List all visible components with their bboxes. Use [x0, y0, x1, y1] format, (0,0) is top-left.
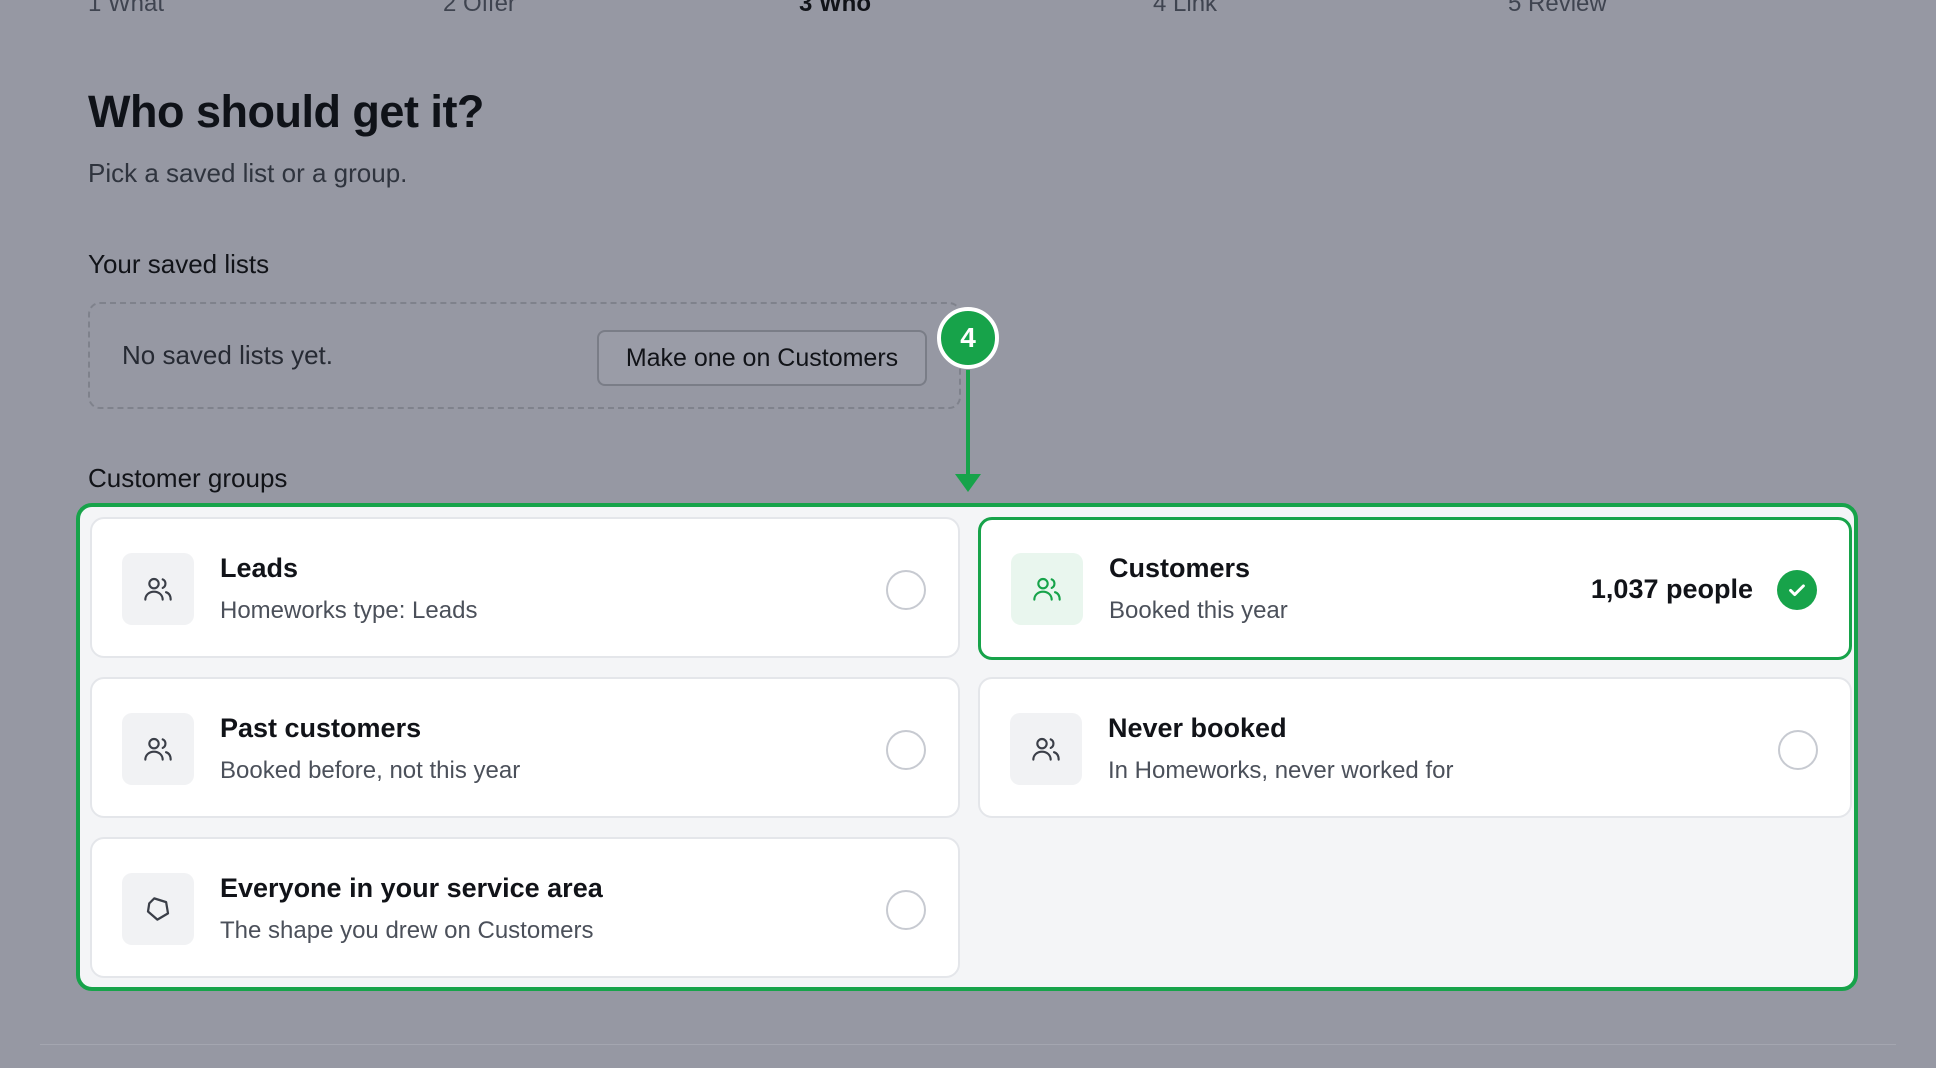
users-icon: [122, 553, 194, 625]
users-icon: [122, 713, 194, 785]
group-subtitle: Booked this year: [1109, 597, 1288, 624]
step-link[interactable]: 4 Link: [1153, 0, 1217, 18]
divider: [40, 1044, 1896, 1045]
annotation-arrow-line: [966, 370, 970, 476]
group-card-never-booked[interactable]: Never booked In Homeworks, never worked …: [978, 677, 1852, 818]
page-title: Who should get it?: [88, 86, 484, 137]
users-icon: [1010, 713, 1082, 785]
empty-state-text: No saved lists yet.: [122, 340, 333, 370]
check-icon[interactable]: [1777, 570, 1817, 610]
radio-button[interactable]: [886, 730, 926, 770]
group-card-leads[interactable]: Leads Homeworks type: Leads: [90, 517, 960, 658]
stepper: 1 What 2 Offer 3 Who 4 Link 5 Review: [88, 0, 1788, 20]
step-what[interactable]: 1 What: [88, 0, 164, 18]
group-title: Never booked: [1108, 713, 1287, 743]
saved-lists-label: Your saved lists: [88, 249, 270, 279]
group-title: Leads: [220, 553, 299, 583]
step-who[interactable]: 3 Who: [799, 0, 871, 18]
page-subtitle: Pick a saved list or a group.: [88, 158, 408, 188]
users-icon: [1011, 553, 1083, 625]
page: 1 What 2 Offer 3 Who 4 Link 5 Review Who…: [0, 0, 1936, 1068]
make-list-button[interactable]: Make one on Customers: [597, 330, 927, 386]
group-card-service-area[interactable]: Everyone in your service area The shape …: [90, 837, 960, 978]
group-subtitle: Homeworks type: Leads: [220, 597, 478, 624]
radio-button[interactable]: [1778, 730, 1818, 770]
group-title: Past customers: [220, 713, 422, 743]
customer-groups-highlight: Leads Homeworks type: Leads Customers Bo…: [76, 503, 1858, 991]
group-title: Everyone in your service area: [220, 873, 603, 903]
group-card-customers[interactable]: Customers Booked this year 1,037 people: [978, 517, 1852, 660]
radio-button[interactable]: [886, 570, 926, 610]
group-title: Customers: [1109, 553, 1251, 583]
step-offer[interactable]: 2 Offer: [443, 0, 516, 18]
saved-lists-empty-state: No saved lists yet. Make one on Customer…: [88, 302, 961, 409]
annotation-arrow-head: [955, 474, 981, 492]
step-review[interactable]: 5 Review: [1508, 0, 1607, 18]
customer-groups-label: Customer groups: [88, 463, 288, 493]
group-subtitle: In Homeworks, never worked for: [1108, 757, 1454, 784]
group-subtitle: Booked before, not this year: [220, 757, 521, 784]
group-card-past-customers[interactable]: Past customers Booked before, not this y…: [90, 677, 960, 818]
annotation-step-badge: 4: [937, 307, 999, 369]
group-subtitle: The shape you drew on Customers: [220, 917, 594, 944]
people-count: 1,037 people: [1590, 574, 1753, 604]
radio-button[interactable]: [886, 890, 926, 930]
polygon-icon: [122, 873, 194, 945]
